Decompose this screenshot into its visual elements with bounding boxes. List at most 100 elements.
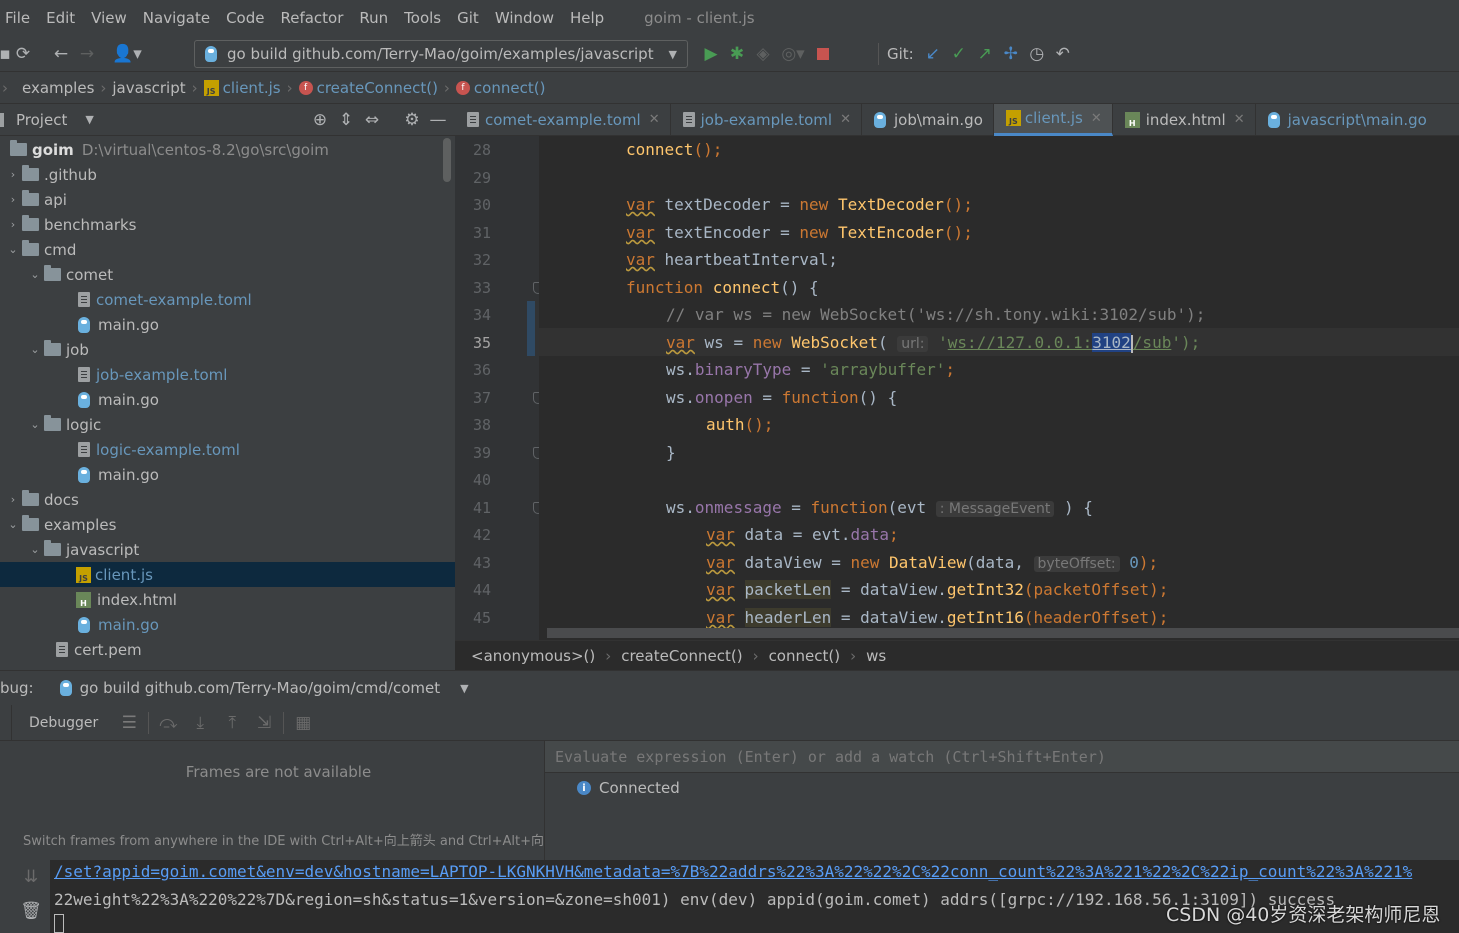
- project-title[interactable]: Project: [16, 111, 67, 129]
- tree-file-main-go[interactable]: main.go: [0, 312, 455, 337]
- debug-config-tab[interactable]: go build github.com/Terry-Mao/goim/cmd/c…: [80, 679, 441, 697]
- menu-run[interactable]: Run: [359, 9, 388, 27]
- tree-file-logic-example-toml[interactable]: logic-example.toml: [0, 437, 455, 462]
- breadcrumb-examples[interactable]: examples: [22, 79, 94, 97]
- tree-node-api[interactable]: › api: [0, 187, 455, 212]
- run-configuration-select[interactable]: go build github.com/Terry-Mao/goim/examp…: [194, 40, 688, 68]
- chevron-down-icon[interactable]: ⌄: [28, 343, 42, 356]
- debugger-tab[interactable]: Debugger: [29, 715, 98, 731]
- menu-tools[interactable]: Tools: [404, 9, 441, 27]
- breadcrumb-javascript[interactable]: javascript: [112, 79, 185, 97]
- git-commit-icon[interactable]: ✓: [946, 41, 972, 67]
- code-editor[interactable]: connect(); var textDecoder = new TextDec…: [539, 136, 1459, 640]
- chevron-down-icon[interactable]: ⌄: [28, 268, 42, 281]
- coverage-icon[interactable]: ◈: [750, 41, 776, 67]
- git-rollback-icon[interactable]: ↶: [1050, 41, 1076, 67]
- menu-refactor[interactable]: Refactor: [280, 9, 343, 27]
- tab-client-js[interactable]: JS client.js ✕: [993, 103, 1113, 136]
- menu-navigate[interactable]: Navigate: [143, 9, 210, 27]
- chevron-down-icon[interactable]: ⌄: [6, 243, 20, 256]
- console-link-line[interactable]: /set?appid=goim.comet&env=dev&hostname=L…: [54, 862, 1412, 881]
- profile-dropdown-icon[interactable]: ◎▾: [776, 41, 810, 67]
- locate-icon[interactable]: ⊕: [307, 107, 333, 133]
- chevron-down-icon[interactable]: ▼: [85, 113, 93, 126]
- close-icon[interactable]: ✕: [840, 112, 851, 127]
- close-icon[interactable]: ✕: [1091, 111, 1102, 126]
- minimize-icon[interactable]: —: [425, 107, 451, 133]
- expand-all-icon[interactable]: ⇕: [333, 107, 359, 133]
- step-into-icon[interactable]: ⤓: [187, 710, 213, 736]
- git-history-icon[interactable]: ◷: [1024, 41, 1050, 67]
- menu-code[interactable]: Code: [226, 9, 264, 27]
- tree-node-github[interactable]: › .github: [0, 162, 455, 187]
- menu-edit[interactable]: Edit: [46, 9, 75, 27]
- tree-file-index-html[interactable]: H index.html: [0, 587, 455, 612]
- chevron-right-icon[interactable]: ›: [6, 493, 20, 506]
- user-dropdown-icon[interactable]: 👤▾: [110, 41, 144, 67]
- tree-node-cmd[interactable]: ⌄ cmd: [0, 237, 455, 262]
- tree-node-docs[interactable]: › docs: [0, 487, 455, 512]
- collapse-all-icon[interactable]: ⇔: [359, 107, 385, 133]
- chevron-down-icon[interactable]: ⌄: [6, 518, 20, 531]
- git-push-icon[interactable]: ↗: [972, 41, 998, 67]
- close-icon[interactable]: ✕: [649, 112, 660, 127]
- menu-view[interactable]: View: [91, 9, 127, 27]
- menu-window[interactable]: Window: [495, 9, 554, 27]
- debug-bug-icon[interactable]: ✱: [724, 41, 750, 67]
- tree-file-main-go[interactable]: main.go: [0, 612, 455, 637]
- tab-index-html[interactable]: H index.html ✕: [1113, 103, 1256, 136]
- crumb-create-connect[interactable]: createConnect(): [621, 647, 742, 665]
- tree-node-comet[interactable]: ⌄ comet: [0, 262, 455, 287]
- chevron-down-icon[interactable]: ▼: [460, 682, 468, 695]
- scroll-to-end-icon[interactable]: ⇊: [18, 864, 44, 890]
- tree-node-benchmarks[interactable]: › benchmarks: [0, 212, 455, 237]
- tree-file-client-js[interactable]: JS client.js: [0, 562, 455, 587]
- tree-node-examples[interactable]: ⌄ examples: [0, 512, 455, 537]
- git-merge-icon[interactable]: ✢: [998, 41, 1024, 67]
- tree-file-main-go[interactable]: main.go: [0, 462, 455, 487]
- forward-icon[interactable]: →: [74, 41, 100, 67]
- tree-scrollbar[interactable]: [443, 138, 451, 182]
- tab-comet-example-toml[interactable]: comet-example.toml ✕: [455, 103, 671, 136]
- back-icon[interactable]: ←: [48, 41, 74, 67]
- close-icon[interactable]: ✕: [1234, 112, 1245, 127]
- code-url-selection[interactable]: 3102: [1092, 333, 1131, 352]
- breadcrumb-create-connect[interactable]: createConnect(): [317, 79, 438, 97]
- crumb-connect[interactable]: connect(): [769, 647, 841, 665]
- tab-job-example-toml[interactable]: job-example.toml ✕: [671, 103, 862, 136]
- breadcrumb-connect[interactable]: connect(): [474, 79, 546, 97]
- sync-icon[interactable]: ⟳: [10, 41, 36, 67]
- step-out-icon[interactable]: ⤒: [219, 710, 245, 736]
- tree-root-goim[interactable]: goim D:\virtual\centos-8.2\go\src\goim: [0, 137, 455, 162]
- step-over-icon[interactable]: ⤼: [155, 710, 181, 736]
- tree-node-job[interactable]: ⌄ job: [0, 337, 455, 362]
- tree-file-comet-example-toml[interactable]: comet-example.toml: [0, 287, 455, 312]
- tree-file-job-example-toml[interactable]: job-example.toml: [0, 362, 455, 387]
- menu-help[interactable]: Help: [570, 9, 604, 27]
- trash-icon[interactable]: 🗑: [18, 898, 44, 924]
- tree-file-cert-pem[interactable]: cert.pem: [0, 637, 455, 662]
- tab-job-main-go[interactable]: job\main.go: [862, 103, 994, 136]
- tree-node-logic[interactable]: ⌄ logic: [0, 412, 455, 437]
- tab-javascript-main-go[interactable]: javascript\main.go: [1256, 104, 1437, 136]
- run-to-cursor-icon[interactable]: ⇲: [251, 710, 277, 736]
- menu-file[interactable]: File: [5, 9, 30, 27]
- chevron-right-icon[interactable]: ›: [6, 193, 20, 206]
- editor-horizontal-scrollbar[interactable]: [547, 628, 1459, 638]
- chevron-right-icon[interactable]: ›: [6, 218, 20, 231]
- evaluate-expression-input[interactable]: Evaluate expression (Enter) or add a wat…: [545, 741, 1459, 773]
- breadcrumb-client-js[interactable]: client.js: [223, 79, 281, 97]
- crumb-ws[interactable]: ws: [866, 647, 886, 665]
- gear-icon[interactable]: ⚙: [399, 107, 425, 133]
- stop-icon[interactable]: [810, 41, 836, 67]
- crumb-anonymous[interactable]: <anonymous>(): [471, 647, 595, 665]
- frames-menu-icon[interactable]: ☰: [116, 710, 142, 736]
- code-url[interactable]: ws://127.0.0.1:: [948, 333, 1093, 352]
- chevron-down-icon[interactable]: ⌄: [28, 543, 42, 556]
- chevron-right-icon[interactable]: ›: [6, 168, 20, 181]
- tree-file-main-go[interactable]: main.go: [0, 387, 455, 412]
- save-icon[interactable]: ▪: [0, 41, 11, 67]
- evaluate-icon[interactable]: ▦: [290, 710, 316, 736]
- code-url[interactable]: /sub: [1133, 333, 1172, 352]
- git-update-icon[interactable]: ↙: [920, 41, 946, 67]
